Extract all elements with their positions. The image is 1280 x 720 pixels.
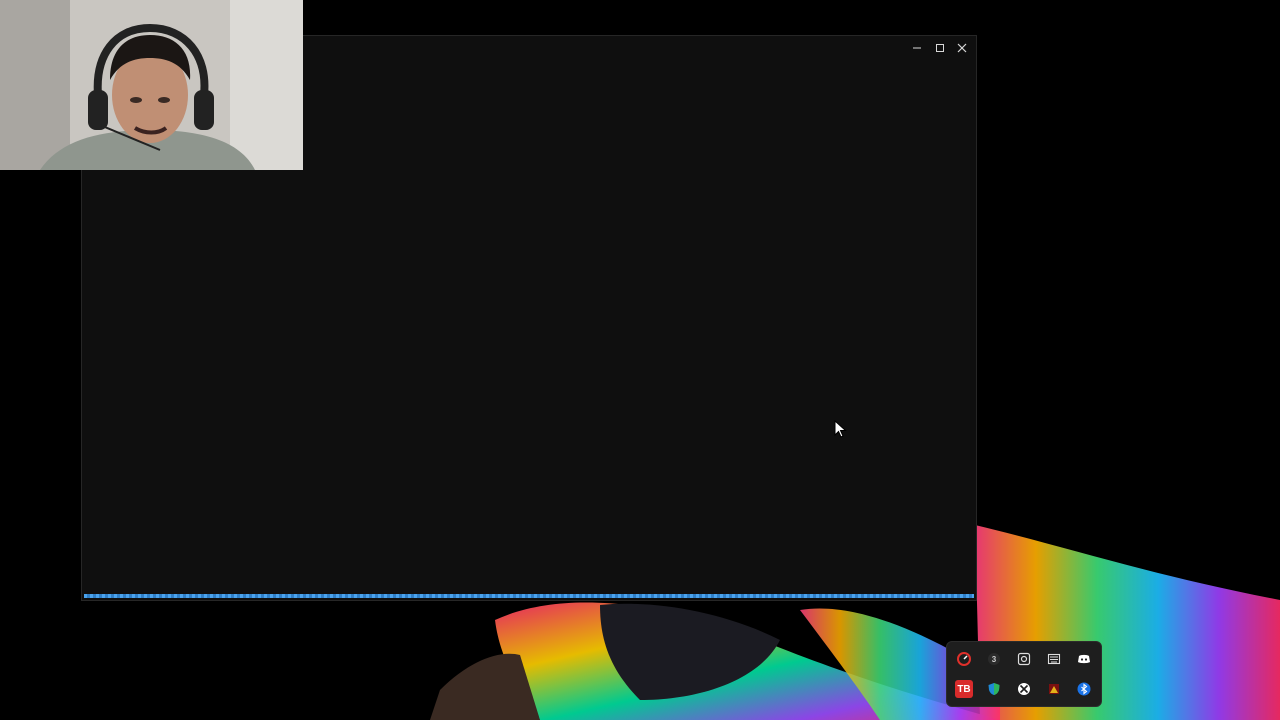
defender-shield-icon[interactable] [985,680,1003,698]
minimize-button[interactable] [906,38,928,58]
number-app-icon[interactable]: 3 [985,650,1003,668]
maximize-icon [936,44,944,52]
close-button[interactable] [951,38,973,58]
webcam-overlay [0,0,303,170]
webcam-person-image [0,0,303,170]
discord-icon[interactable] [1075,650,1093,668]
maximize-button[interactable] [929,38,951,58]
capture-app-icon[interactable] [1015,650,1033,668]
bluetooth-icon[interactable] [1075,680,1093,698]
loading-progress-bar [84,594,974,598]
tb-app-icon[interactable]: TB [955,680,973,698]
close-icon [957,43,967,53]
warning-app-icon[interactable] [1045,680,1063,698]
xbox-icon[interactable] [1015,680,1033,698]
minimize-icon [913,47,921,49]
progress-fill [84,594,974,598]
keyboard-app-icon[interactable] [1045,650,1063,668]
svg-text:3: 3 [992,655,997,664]
clock-app-icon[interactable] [955,650,973,668]
tray-overflow-flyout: 3 TB [946,641,1102,707]
mouse-cursor-icon [834,420,847,438]
